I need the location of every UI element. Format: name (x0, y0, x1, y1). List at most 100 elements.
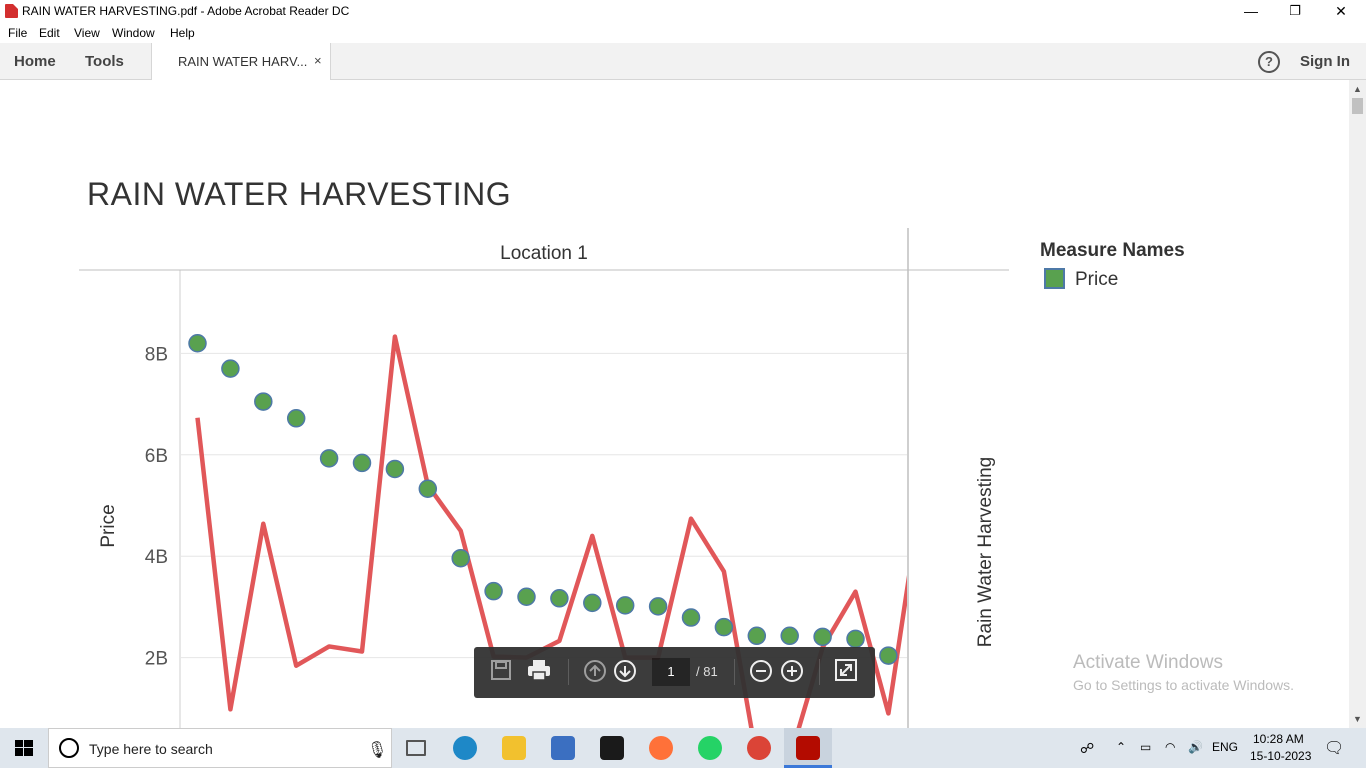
price-chart: Location 1 Price Rain Water Harvesting 2… (79, 228, 1009, 728)
price-data-point[interactable] (385, 459, 405, 479)
search-icon (59, 738, 79, 758)
clock-time[interactable]: 10:28 AM (1253, 732, 1304, 746)
chrome-icon (747, 736, 771, 760)
save-icon[interactable] (488, 659, 514, 685)
edge-icon (453, 736, 477, 760)
price-data-point[interactable] (319, 449, 339, 468)
menu-file[interactable]: File (8, 26, 27, 40)
activate-windows-subtitle: Go to Settings to activate Windows. (1073, 677, 1294, 693)
price-data-point[interactable] (780, 626, 799, 646)
taskbar-app-edge[interactable] (441, 728, 489, 768)
menu-bar: File Edit View Window Help (0, 22, 1366, 43)
price-data-point[interactable] (681, 608, 701, 627)
price-data-point[interactable] (352, 453, 372, 473)
page-total: / 81 (696, 664, 718, 679)
battery-icon[interactable]: ▭ (1140, 740, 1151, 754)
page-number-input[interactable]: 1 (652, 658, 690, 686)
menu-help[interactable]: Help (170, 26, 195, 40)
price-data-point[interactable] (221, 359, 240, 378)
restore-button[interactable]: ❐ (1272, 0, 1318, 22)
close-button[interactable]: ✕ (1318, 0, 1364, 22)
search-placeholder: Type here to search (89, 741, 213, 757)
microphone-icon[interactable]: 🎙 (367, 740, 387, 760)
help-icon[interactable]: ? (1258, 51, 1280, 73)
wifi-icon[interactable]: ◠ (1165, 740, 1175, 754)
menu-edit[interactable]: Edit (39, 26, 60, 40)
taskbar-app-firefox[interactable] (637, 728, 685, 768)
scroll-down-icon[interactable]: ▼ (1349, 714, 1366, 724)
taskbar-app-task-view[interactable] (392, 728, 440, 768)
fit-page-icon[interactable] (833, 659, 859, 685)
zoom-out-icon[interactable] (748, 659, 774, 685)
mail-icon (600, 736, 624, 760)
document-tab-label: RAIN WATER HARV... (178, 54, 308, 69)
title-bar: RAIN WATER HARVESTING.pdf - Adobe Acroba… (0, 0, 1366, 22)
legend-title: Measure Names (1040, 240, 1185, 261)
price-data-point[interactable] (813, 627, 832, 647)
taskbar-app-mail[interactable] (588, 728, 636, 768)
taskbar-app-acrobat[interactable] (784, 728, 832, 768)
previous-page-icon[interactable] (582, 659, 608, 685)
price-data-point[interactable] (418, 479, 438, 499)
price-data-point[interactable] (254, 392, 273, 411)
print-icon[interactable] (526, 659, 552, 685)
price-data-point[interactable] (615, 596, 635, 615)
taskbar-app-microsoft-store[interactable] (539, 728, 587, 768)
menu-window[interactable]: Window (112, 26, 155, 40)
price-data-point[interactable] (747, 626, 767, 646)
panel-header-label: Location 1 (500, 243, 588, 264)
taskbar-app-whatsapp[interactable] (686, 728, 734, 768)
home-tab[interactable]: Home (14, 53, 56, 70)
microsoft-store-icon (551, 736, 575, 760)
notification-icon[interactable]: 🗨 (1324, 738, 1344, 758)
y-axis-title: Price (98, 504, 119, 547)
y-tick-label: 8B (145, 344, 168, 365)
taskbar-search-box[interactable]: Type here to search 🎙 (48, 728, 392, 768)
start-button[interactable] (0, 728, 48, 768)
menu-view[interactable]: View (74, 26, 100, 40)
tools-tab[interactable]: Tools (85, 53, 124, 70)
window-title: RAIN WATER HARVESTING.pdf - Adobe Acroba… (22, 4, 350, 18)
acrobat-icon (796, 736, 820, 760)
price-data-point[interactable] (451, 548, 470, 568)
y-tick-label: 2B (145, 649, 168, 670)
document-view[interactable]: RAIN WATER HARVESTING Location 1 Price R… (0, 80, 1349, 728)
document-tab[interactable]: RAIN WATER HARV... × (151, 43, 331, 80)
price-data-point[interactable] (583, 593, 602, 613)
windows-logo-icon (15, 740, 33, 756)
acrobat-app-icon (5, 4, 18, 18)
price-data-point[interactable] (714, 617, 734, 637)
legend-label-price: Price (1075, 269, 1119, 290)
price-data-point[interactable] (517, 587, 536, 607)
vertical-scrollbar[interactable]: ▲ ▼ (1349, 80, 1366, 728)
sign-in-button[interactable]: Sign In (1300, 53, 1350, 70)
people-icon[interactable]: ☍ (1080, 740, 1094, 757)
taskbar-app-chrome[interactable] (735, 728, 783, 768)
scroll-up-icon[interactable]: ▲ (1349, 84, 1366, 94)
task-view-icon (406, 740, 426, 756)
app-toolbar: Home Tools RAIN WATER HARV... × ? Sign I… (0, 43, 1366, 80)
activate-windows-title: Activate Windows (1073, 652, 1223, 673)
price-data-point[interactable] (286, 409, 306, 428)
close-tab-icon[interactable]: × (314, 53, 322, 68)
volume-icon[interactable]: 🔊 (1188, 740, 1203, 754)
zoom-in-icon[interactable] (779, 659, 805, 685)
language-indicator[interactable]: ENG (1212, 740, 1238, 754)
y-tick-label: 6B (145, 446, 168, 467)
chevron-up-icon[interactable]: ⌃ (1116, 740, 1126, 754)
clock-date[interactable]: 15-10-2023 (1250, 749, 1311, 763)
price-data-point[interactable] (188, 334, 207, 353)
pdf-floating-toolbar: 1 / 81 (474, 647, 875, 698)
price-data-point[interactable] (879, 646, 898, 665)
price-data-point[interactable] (484, 581, 503, 601)
toolbar-separator (819, 659, 820, 685)
file-explorer-icon (502, 736, 526, 760)
price-data-point[interactable] (550, 589, 569, 608)
price-data-point[interactable] (846, 629, 865, 649)
price-data-point[interactable] (648, 597, 668, 616)
scroll-thumb[interactable] (1352, 98, 1363, 114)
taskbar-app-file-explorer[interactable] (490, 728, 538, 768)
next-page-icon[interactable] (612, 659, 638, 685)
firefox-icon (649, 736, 673, 760)
minimize-button[interactable]: — (1228, 0, 1274, 22)
